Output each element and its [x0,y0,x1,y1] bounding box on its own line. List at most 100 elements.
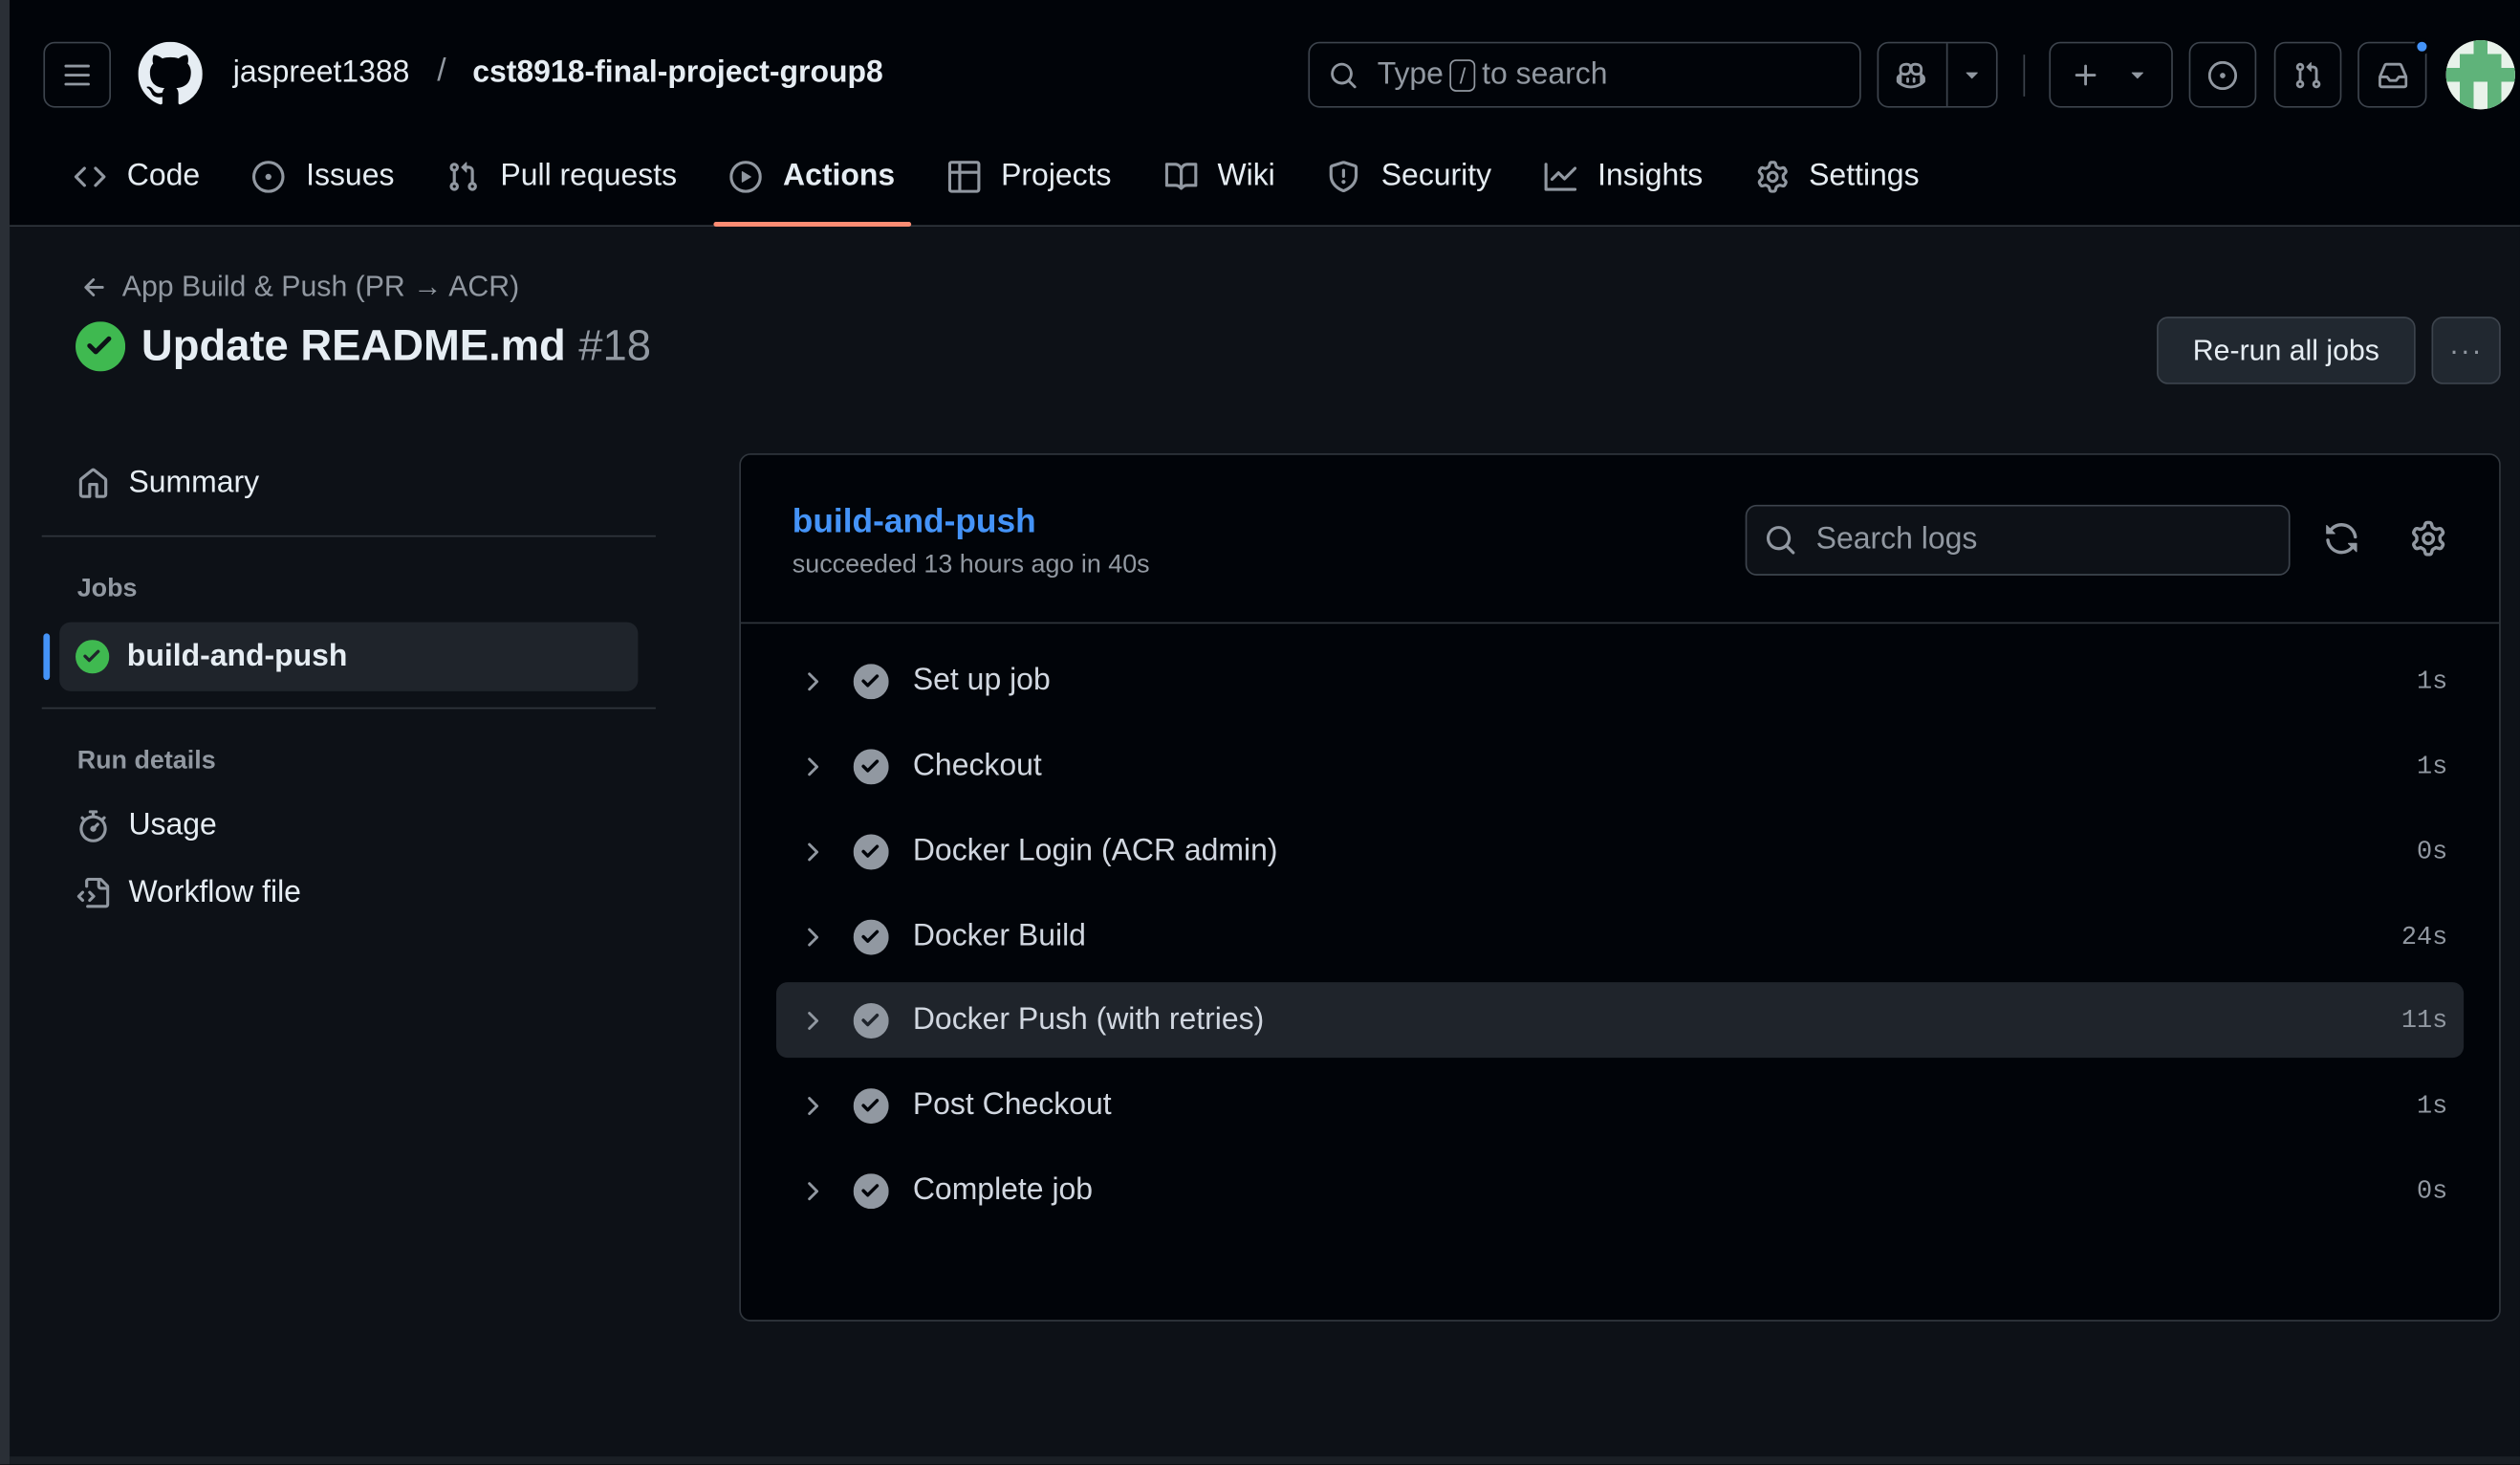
repo-name-link[interactable]: cst8918-final-project-group8 [472,56,883,92]
workflow-name: App Build & Push (PR → ACR) [121,270,520,303]
file-code-icon [76,877,110,908]
job-status-meta: succeeded 13 hours ago in 40s [792,551,1150,579]
gear-icon[interactable] [2411,520,2446,557]
sidebar-item-job[interactable]: build-and-push [59,622,639,691]
tab-issues-label: Issues [306,159,395,193]
tab-wiki[interactable]: Wiki [1148,142,1291,212]
log-step-label: Set up job [912,663,1051,697]
workflow-back-link[interactable]: App Build & Push (PR → ACR) [80,270,519,303]
check-circle-fill-icon [853,663,889,699]
log-step[interactable]: Docker Build 24s [776,899,2464,974]
pull-request-icon [2295,61,2321,88]
tab-issues[interactable]: Issues [237,142,410,212]
header-divider [2023,55,2026,97]
sidebar-divider [41,707,656,710]
chevron-right-icon [808,1096,819,1115]
check-circle-fill-icon [853,1172,889,1209]
run-number: #18 [578,321,651,370]
log-step-label: Docker Build [912,918,1086,953]
log-step[interactable]: Complete job 0s [776,1152,2464,1228]
chevron-right-icon [808,671,819,690]
log-step[interactable]: Docker Login (ACR admin) 0s [776,814,2464,889]
log-step[interactable]: Docker Push (with retries) 11s [775,982,2465,1059]
search-icon [1766,526,1795,555]
log-step-label: Checkout [912,748,1042,782]
global-search-input[interactable]: Type / to search [1308,41,1861,108]
rerun-all-jobs-button[interactable]: Re-run all jobs [2157,317,2416,384]
log-step-label: Docker Push (with retries) [912,1002,1265,1037]
gear-icon [1756,161,1788,193]
tab-settings-label: Settings [1809,159,1920,193]
log-step-label: Post Checkout [912,1087,1112,1122]
hamburger-icon [64,63,90,85]
chevron-right-icon [808,756,819,776]
search-logs-input[interactable]: Search logs [1745,504,2291,576]
job-name: build-and-push [792,503,1036,540]
tab-settings[interactable]: Settings [1740,142,1936,212]
your-issues-button[interactable] [2188,41,2257,108]
inbox-icon [2378,61,2407,88]
search-shortcut-key: / [1449,58,1476,91]
path-separator: / [437,53,446,89]
job-panel-header: build-and-push succeeded 13 hours ago in… [740,455,2500,624]
log-step[interactable]: Set up job 1s [776,643,2464,718]
shield-icon [1330,161,1358,193]
sync-icon[interactable] [2324,521,2359,557]
repo-tabs: Code Issues Pull requests Actions Projec… [58,142,1957,228]
github-logo-icon[interactable] [138,41,203,106]
kebab-horizontal-icon: ··· [2448,333,2484,366]
tab-security[interactable]: Security [1312,142,1507,212]
sidebar-item-usage[interactable]: Usage [77,809,217,844]
tab-pull-requests[interactable]: Pull requests [431,142,693,212]
run-title-text: Update README.md [141,321,566,370]
tab-security-label: Security [1380,159,1492,193]
tab-code[interactable]: Code [58,142,216,212]
table-icon [947,161,981,193]
repo-owner-link[interactable]: jaspreet1388 [233,56,410,92]
tab-actions-label: Actions [783,159,896,193]
copilot-icon [1896,62,1925,89]
your-pull-requests-button[interactable] [2273,41,2342,108]
menu-button[interactable] [43,41,111,108]
log-step-duration: 1s [2417,1090,2448,1120]
identicon-icon [2445,40,2515,110]
log-step[interactable]: Checkout 1s [776,729,2464,804]
sidebar-item-usage-label: Usage [128,808,217,842]
log-step-duration: 11s [2401,1005,2448,1035]
pull-request-icon [450,162,478,191]
check-circle-fill-icon [853,748,889,784]
stopwatch-icon [79,810,107,842]
search-prefix-text: Type [1377,56,1444,91]
sidebar-item-workflow-file[interactable]: Workflow file [76,876,301,911]
tab-insights-label: Insights [1597,159,1704,193]
copilot-separator [1945,43,1948,106]
log-step-duration: 1s [2417,751,2448,781]
chevron-down-icon[interactable] [1959,61,1985,87]
tab-projects[interactable]: Projects [932,142,1127,212]
log-step-label: Docker Login (ACR admin) [912,833,1278,867]
sidebar-item-workflow-file-label: Workflow file [128,876,301,910]
plus-icon [2075,64,2096,86]
log-step-duration: 0s [2417,1175,2448,1205]
log-step[interactable]: Post Checkout 1s [776,1067,2464,1143]
more-options-button[interactable]: ··· [2431,317,2501,384]
user-avatar[interactable] [2445,40,2515,110]
tab-actions[interactable]: Actions [713,142,911,228]
sidebar-item-summary[interactable]: Summary [77,467,259,502]
tab-insights[interactable]: Insights [1529,142,1719,212]
issue-opened-icon [2207,60,2238,90]
run-title: Update README.md #18 [76,321,651,372]
bottom-strip [10,1456,2520,1465]
code-icon [74,166,106,187]
copilot-button[interactable] [1877,41,1998,108]
app-window: jaspreet1388 / cst8918-final-project-gro… [0,0,2520,1465]
check-circle-fill-icon [853,833,889,869]
create-new-button[interactable] [2049,41,2173,108]
run-details-heading: Run details [76,747,216,776]
book-icon [1163,163,1197,190]
graph-icon [1544,163,1577,191]
tab-code-label: Code [126,159,201,193]
search-logs-placeholder: Search logs [1815,522,1978,557]
chevron-right-icon [808,1011,819,1030]
search-icon [1331,61,1357,88]
